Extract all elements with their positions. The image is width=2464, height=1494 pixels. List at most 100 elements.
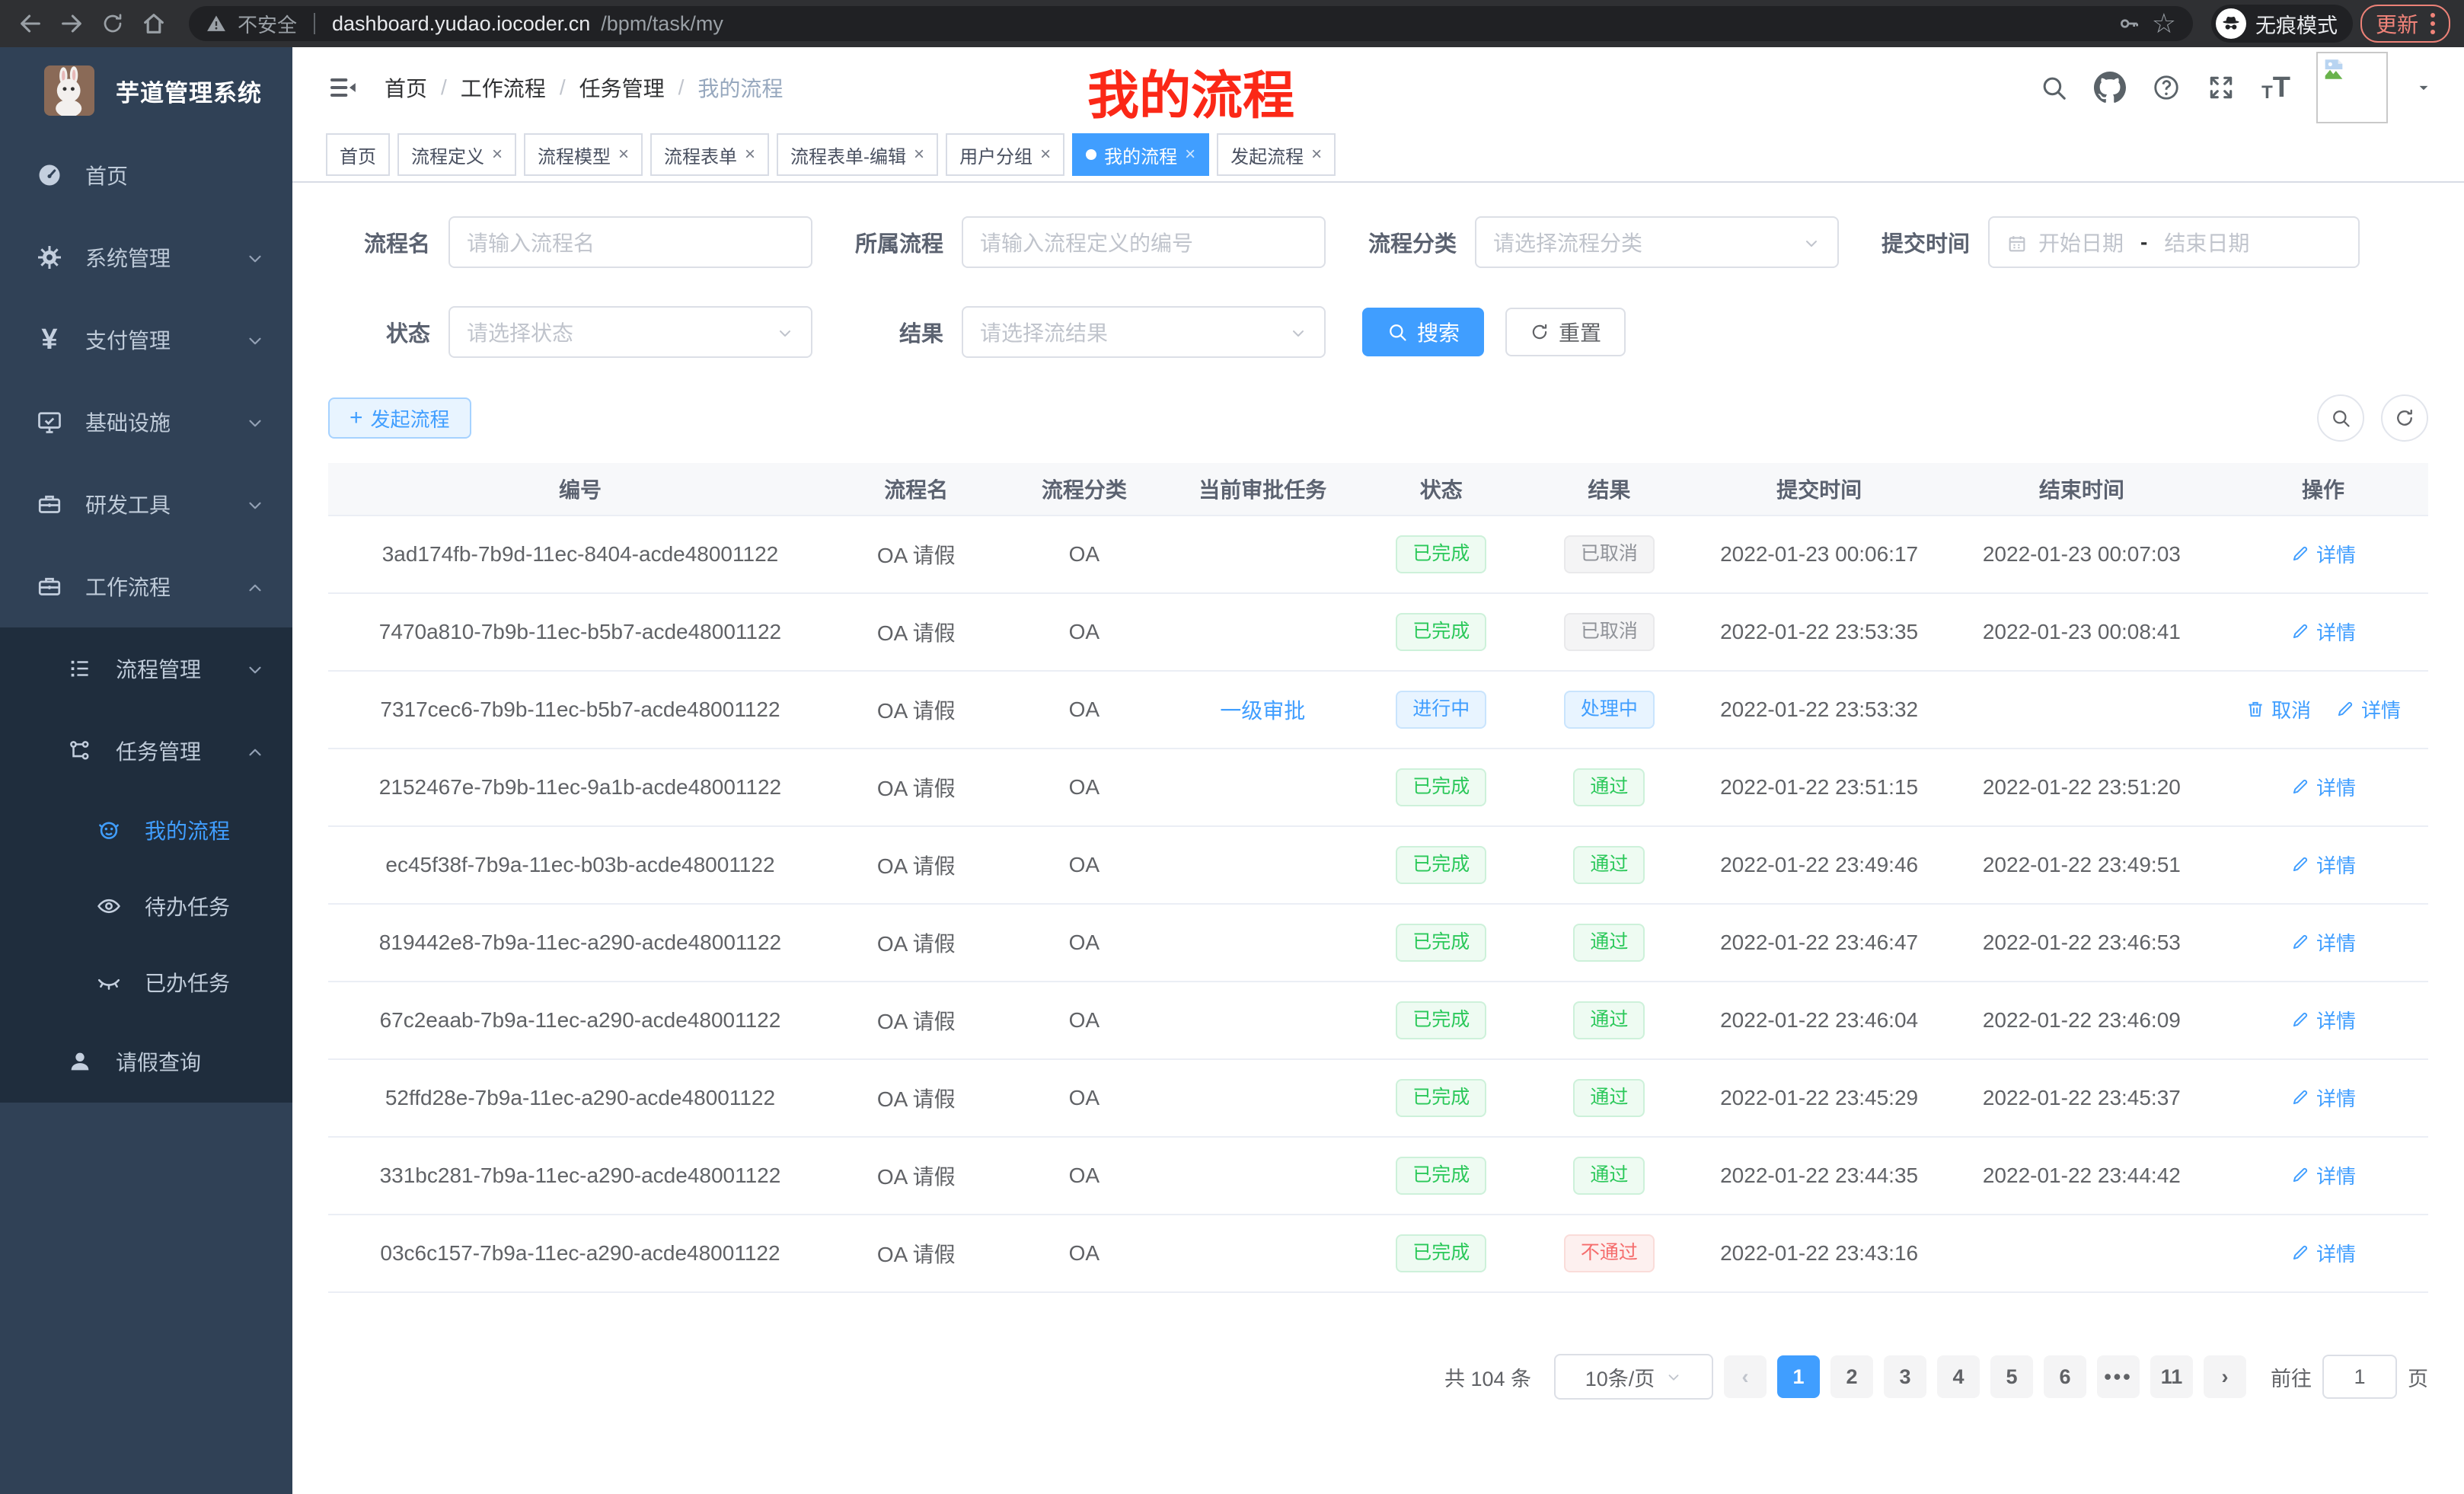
page-number-button[interactable]: 5	[1990, 1355, 2033, 1398]
close-icon[interactable]: ×	[618, 145, 629, 164]
breadcrumb-task-mgmt[interactable]: 任务管理	[579, 72, 665, 103]
close-icon[interactable]: ×	[914, 145, 924, 164]
sidebar-item-label: 支付管理	[85, 324, 245, 355]
start-date-placeholder[interactable]: 开始日期	[2038, 227, 2124, 257]
detail-link[interactable]: 详情	[2290, 1084, 2356, 1112]
font-size-icon[interactable]: TT	[2261, 73, 2290, 102]
sidebar-item-leave-query[interactable]: 请假查询	[0, 1020, 292, 1103]
detail-link[interactable]: 详情	[2290, 540, 2356, 568]
view-tab[interactable]: 首页	[326, 133, 390, 176]
refresh-table-button[interactable]	[2381, 394, 2428, 442]
status-select[interactable]: 请选择状态	[448, 306, 812, 358]
cancel-link[interactable]: 取消	[2245, 695, 2311, 723]
sidebar-item-devtools[interactable]: 研发工具	[0, 463, 292, 545]
view-tab[interactable]: 用户分组 ×	[946, 133, 1064, 176]
search-button[interactable]: 搜索	[1362, 308, 1484, 356]
password-key-icon[interactable]	[2117, 11, 2141, 36]
page-number-button[interactable]: 2	[1830, 1355, 1873, 1398]
close-icon[interactable]: ×	[1311, 145, 1322, 164]
avatar-caret-icon[interactable]	[2414, 78, 2434, 97]
goto-page-input[interactable]	[2322, 1355, 2397, 1399]
breadcrumb-home[interactable]: 首页	[385, 72, 427, 103]
cell-category: OA	[1001, 516, 1169, 593]
sidebar-item-todo-tasks[interactable]: 待办任务	[0, 868, 292, 944]
detail-link[interactable]: 详情	[2290, 773, 2356, 801]
table-row: 7317cec6-7b9b-11ec-b5b7-acde48001122 OA …	[328, 671, 2428, 749]
close-icon[interactable]: ×	[1185, 145, 1195, 164]
browser-reload-button[interactable]	[96, 7, 129, 40]
user-avatar[interactable]	[2316, 52, 2388, 123]
sidebar: 芋道管理系统 首页 系统管理 ¥ 支付管理 基础设施	[0, 47, 292, 1494]
next-page-button[interactable]: ›	[2204, 1355, 2246, 1398]
browser-back-button[interactable]	[14, 7, 47, 40]
reset-button[interactable]: 重置	[1505, 308, 1626, 356]
view-tab[interactable]: 我的流程 ×	[1072, 133, 1209, 176]
page-number-button[interactable]: 3	[1884, 1355, 1926, 1398]
prev-page-button[interactable]: ‹	[1724, 1355, 1767, 1398]
app-logo[interactable]: 芋道管理系统	[0, 47, 292, 134]
tab-label: 流程模型	[538, 142, 611, 168]
sidebar-item-payment[interactable]: ¥ 支付管理	[0, 298, 292, 381]
pagination-ellipsis[interactable]: •••	[2097, 1355, 2140, 1398]
category-select[interactable]: 请选择流程分类	[1475, 216, 1839, 268]
detail-link[interactable]: 详情	[2335, 695, 2401, 723]
date-range-picker[interactable]: 开始日期 - 结束日期	[1988, 216, 2360, 268]
table-row: 819442e8-7b9a-11ec-a290-acde48001122 OA …	[328, 904, 2428, 982]
view-tab[interactable]: 流程定义 ×	[397, 133, 516, 176]
view-tab[interactable]: 流程表单-编辑 ×	[777, 133, 938, 176]
detail-link[interactable]: 详情	[2290, 618, 2356, 646]
cell-actions: 详情	[2218, 1059, 2428, 1137]
sidebar-item-infra[interactable]: 基础设施	[0, 381, 292, 463]
cell-current-task[interactable]: 一级审批	[1220, 699, 1305, 723]
close-icon[interactable]: ×	[745, 145, 755, 164]
detail-link[interactable]: 详情	[2290, 1161, 2356, 1189]
page-size-select[interactable]: 10条/页	[1554, 1354, 1713, 1400]
fullscreen-icon[interactable]	[2207, 73, 2236, 102]
sidebar-item-home[interactable]: 首页	[0, 134, 292, 216]
show-search-button[interactable]	[2317, 394, 2364, 442]
page-number-button[interactable]: 4	[1937, 1355, 1980, 1398]
browser-update-button[interactable]: 更新	[2360, 5, 2450, 43]
end-date-placeholder[interactable]: 结束日期	[2164, 227, 2249, 257]
cell-end-time: 2022-01-22 23:49:51	[1945, 826, 2219, 904]
process-name-input[interactable]: 请输入流程名	[448, 216, 812, 268]
cell-submit-time: 2022-01-22 23:45:29	[1693, 1059, 1945, 1137]
hamburger-icon[interactable]	[328, 72, 359, 103]
sidebar-item-system[interactable]: 系统管理	[0, 216, 292, 298]
page-number-button[interactable]: 6	[2044, 1355, 2086, 1398]
security-label[interactable]: 不安全	[238, 10, 297, 38]
search-icon[interactable]	[2039, 73, 2068, 102]
view-tab[interactable]: 发起流程 ×	[1217, 133, 1336, 176]
sidebar-item-task-mgmt[interactable]: 任务管理	[0, 710, 292, 792]
breadcrumb-workflow[interactable]: 工作流程	[461, 72, 546, 103]
detail-link[interactable]: 详情	[2290, 928, 2356, 956]
browser-forward-button[interactable]	[55, 7, 88, 40]
detail-link[interactable]: 详情	[2290, 1239, 2356, 1267]
close-icon[interactable]: ×	[1040, 145, 1051, 164]
browser-menu-icon[interactable]	[2430, 13, 2435, 34]
address-bar[interactable]: 不安全 dashboard.yudao.iocoder.cn/bpm/task/…	[189, 6, 2193, 41]
page-number-button[interactable]: 1	[1777, 1355, 1820, 1398]
flow-icon	[64, 738, 96, 764]
browser-home-button[interactable]	[137, 7, 171, 40]
page-number-button[interactable]: 11	[2150, 1355, 2193, 1398]
sidebar-item-label: 待办任务	[145, 891, 265, 921]
view-tab[interactable]: 流程模型 ×	[524, 133, 643, 176]
url-path: /bpm/task/my	[601, 12, 723, 36]
sidebar-item-done-tasks[interactable]: 已办任务	[0, 944, 292, 1020]
process-definition-input[interactable]: 请输入流程定义的编号	[962, 216, 1326, 268]
close-icon[interactable]: ×	[492, 145, 503, 164]
detail-link[interactable]: 详情	[2290, 851, 2356, 879]
sidebar-item-process-mgmt[interactable]: 流程管理	[0, 627, 292, 710]
detail-link[interactable]: 详情	[2290, 1006, 2356, 1034]
github-icon[interactable]	[2094, 72, 2126, 104]
help-icon[interactable]	[2152, 73, 2181, 102]
sidebar-item-my-process[interactable]: 我的流程	[0, 792, 292, 868]
view-tab[interactable]: 流程表单 ×	[650, 133, 769, 176]
start-process-button[interactable]: + 发起流程	[328, 397, 471, 439]
result-select[interactable]: 请选择流结果	[962, 306, 1326, 358]
cell-end-time: 2022-01-23 00:08:41	[1945, 593, 2219, 671]
bookmark-star-icon[interactable]: ☆	[2152, 10, 2176, 37]
sidebar-item-workflow[interactable]: 工作流程	[0, 545, 292, 627]
table-row: 7470a810-7b9b-11ec-b5b7-acde48001122 OA …	[328, 593, 2428, 671]
